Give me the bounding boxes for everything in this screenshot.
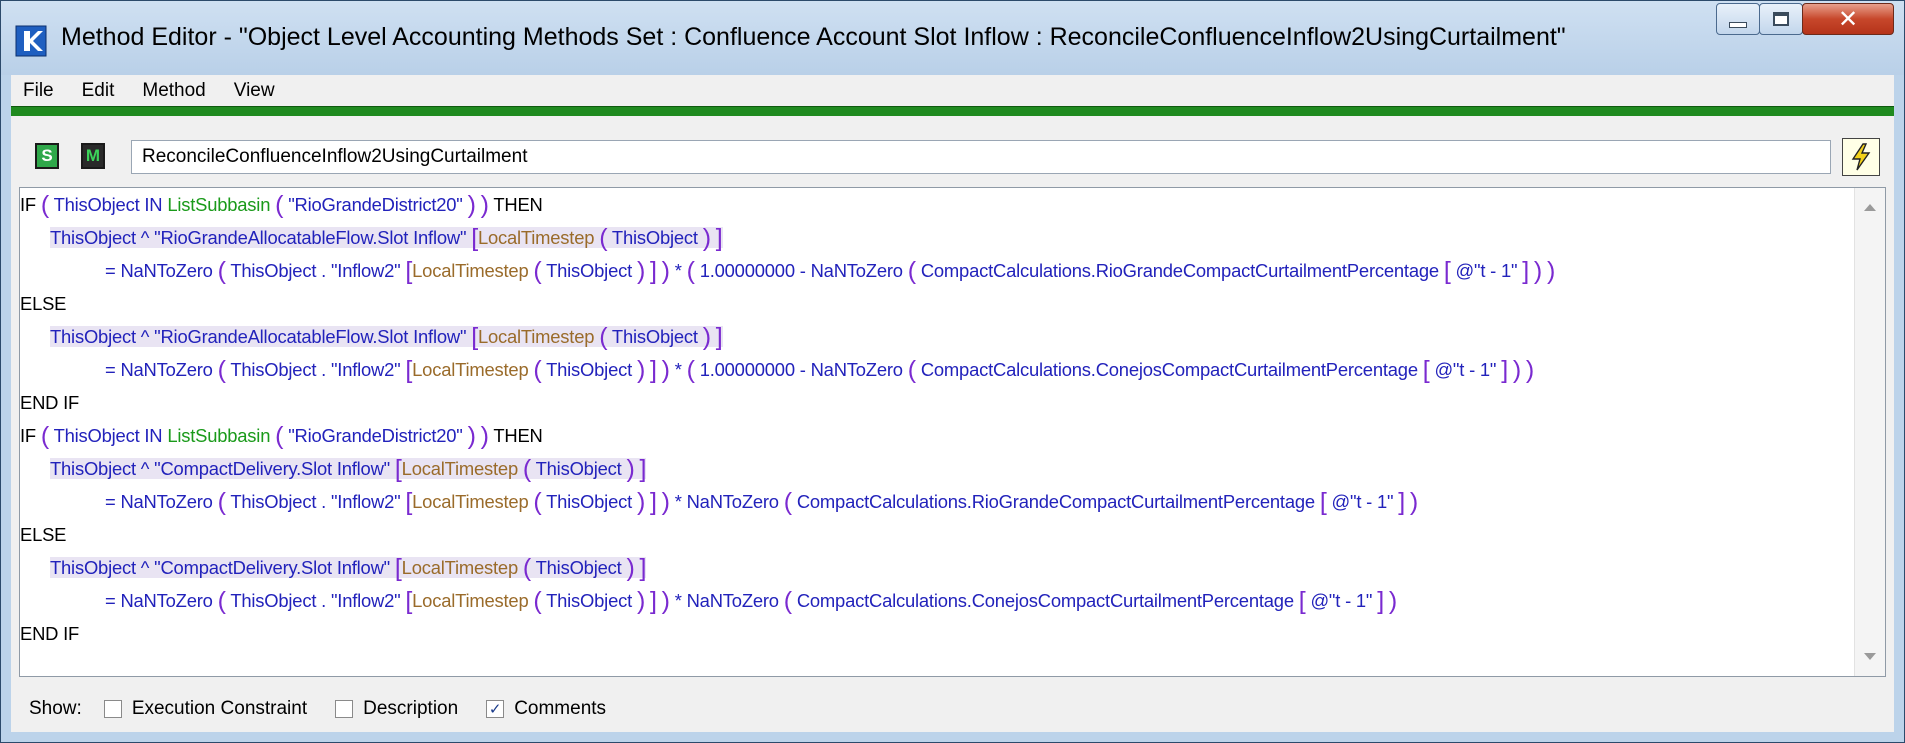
- execute-button[interactable]: [1842, 138, 1880, 176]
- show-label: Show:: [29, 698, 82, 719]
- window-title: Method Editor - "Object Level Accounting…: [61, 23, 1566, 51]
- code-line: END IF: [20, 392, 80, 413]
- code-line: ThisObject ^ "CompactDelivery.Slot Inflo…: [50, 455, 647, 483]
- vertical-scrollbar[interactable]: [1854, 188, 1885, 676]
- menu-bar: File Edit Method View: [11, 75, 1894, 106]
- method-name-field[interactable]: ReconcileConfluenceInflow2UsingCurtailme…: [131, 140, 1831, 174]
- m-icon-button[interactable]: M: [81, 143, 105, 169]
- code-line: ThisObject ^ "RioGrandeAllocatableFlow.S…: [50, 323, 723, 351]
- code-line: ELSE: [20, 524, 67, 545]
- code-editor[interactable]: IF ( ThisObject IN ListSubbasin ( "RioGr…: [19, 187, 1886, 677]
- method-editor-window: Method Editor - "Object Level Accounting…: [0, 0, 1905, 743]
- lightning-icon: [1851, 143, 1871, 171]
- close-button[interactable]: ✕: [1802, 3, 1894, 35]
- description-label: Description: [363, 698, 459, 719]
- code-line: IF ( ThisObject IN ListSubbasin ( "RioGr…: [20, 191, 543, 219]
- code-line: = NaNToZero ( ThisObject . "Inflow2" [Lo…: [105, 587, 1397, 615]
- code-line: END IF: [20, 623, 80, 644]
- code-line: IF ( ThisObject IN ListSubbasin ( "RioGr…: [20, 422, 543, 450]
- app-icon: [15, 25, 47, 57]
- status-divider: [11, 106, 1894, 116]
- editor-client-area: File Edit Method View S M ReconcileConfl…: [11, 75, 1894, 732]
- code-line: ThisObject ^ "CompactDelivery.Slot Inflo…: [50, 554, 647, 582]
- show-options-bar: Show: Execution Constraint Description ✓…: [29, 694, 634, 724]
- execution-constraint-checkbox[interactable]: [103, 700, 122, 718]
- checkmark-icon: ✓: [488, 701, 502, 718]
- s-icon-button[interactable]: S: [35, 143, 59, 169]
- maximize-icon: [1773, 12, 1789, 26]
- method-toolbar: S M ReconcileConfluenceInflow2UsingCurta…: [11, 135, 1894, 181]
- code-line: ELSE: [20, 293, 67, 314]
- execution-constraint-label: Execution Constraint: [131, 698, 308, 719]
- minimize-button[interactable]: [1716, 3, 1760, 35]
- description-checkbox[interactable]: [335, 700, 354, 718]
- scroll-down-icon[interactable]: [1864, 653, 1876, 660]
- code-line: ThisObject ^ "RioGrandeAllocatableFlow.S…: [50, 224, 723, 252]
- method-code: IF ( ThisObject IN ListSubbasin ( "RioGr…: [20, 188, 1853, 650]
- code-line: = NaNToZero ( ThisObject . "Inflow2" [Lo…: [105, 488, 1419, 516]
- title-bar[interactable]: Method Editor - "Object Level Accounting…: [1, 1, 1904, 75]
- scroll-up-icon[interactable]: [1864, 204, 1876, 211]
- menu-method[interactable]: Method: [142, 80, 205, 102]
- close-icon: ✕: [1837, 5, 1859, 33]
- menu-edit[interactable]: Edit: [82, 80, 115, 102]
- minimize-icon: [1729, 22, 1747, 28]
- menu-file[interactable]: File: [23, 80, 54, 102]
- code-line: = NaNToZero ( ThisObject . "Inflow2" [Lo…: [105, 356, 1535, 384]
- maximize-button[interactable]: [1759, 3, 1803, 35]
- code-line: = NaNToZero ( ThisObject . "Inflow2" [Lo…: [105, 257, 1556, 285]
- comments-checkbox[interactable]: ✓: [486, 700, 505, 718]
- menu-view[interactable]: View: [234, 80, 275, 102]
- comments-label: Comments: [514, 698, 607, 719]
